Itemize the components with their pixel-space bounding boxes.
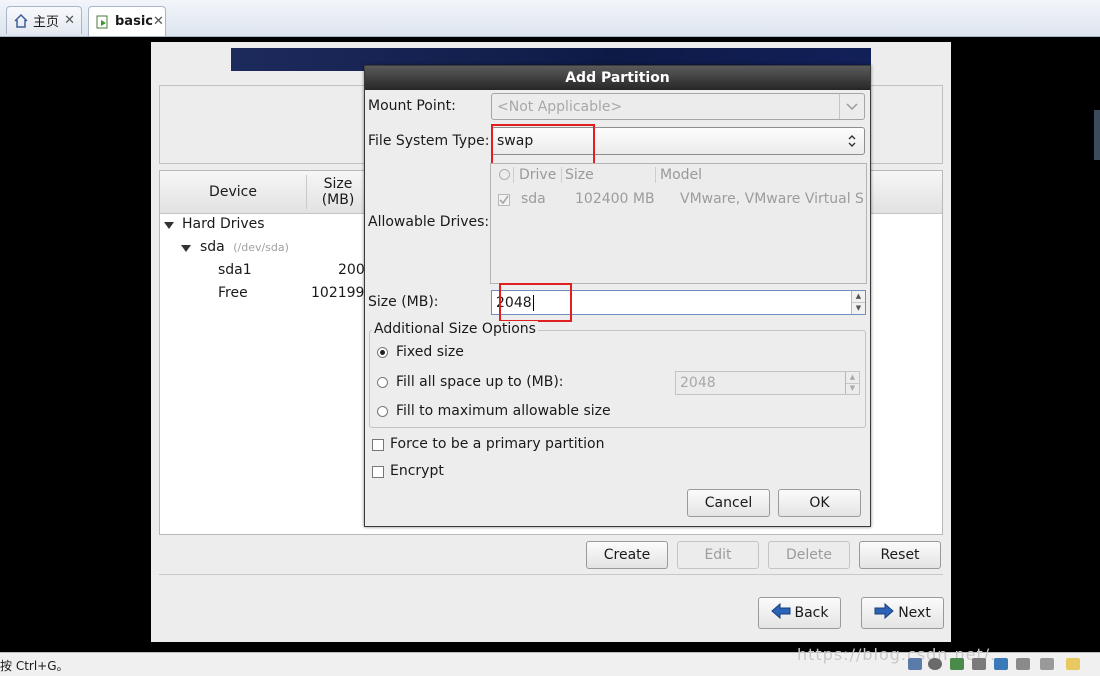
tree-group-hard-drives[interactable]: Hard Drives <box>182 216 265 232</box>
ok-button[interactable]: OK <box>778 489 861 517</box>
table-row-size: 102199 <box>311 285 365 301</box>
fill-up-to-label[interactable]: Fill all space up to (MB): <box>396 374 564 390</box>
drives-header-model: Model <box>660 167 703 183</box>
column-header-device[interactable]: Device <box>160 171 306 213</box>
fill-max-label[interactable]: Fill to maximum allowable size <box>396 403 611 419</box>
mount-point-value: <Not Applicable> <box>497 98 623 115</box>
force-primary-checkbox[interactable] <box>372 439 384 451</box>
drive-name: sda <box>521 191 546 207</box>
usb-icon[interactable] <box>994 658 1008 670</box>
drive-size: 102400 MB <box>575 191 655 207</box>
back-arrow-icon <box>770 602 791 624</box>
add-partition-dialog: Add Partition Mount Point: <Not Applicab… <box>364 65 871 527</box>
tree-item-sda[interactable]: sda (/dev/sda) <box>200 239 289 255</box>
network-icon[interactable] <box>908 658 922 670</box>
drives-header-size: Size <box>565 167 594 183</box>
next-button[interactable]: Next <box>861 597 944 629</box>
host-tab-bar: 主页 ✕ basic ✕ <box>0 0 1100 37</box>
drive-checkbox[interactable] <box>498 194 510 206</box>
tab-home[interactable]: 主页 ✕ <box>6 6 82 34</box>
table-row-device[interactable]: Free <box>218 285 248 301</box>
column-header-size[interactable]: Size (MB) <box>308 171 368 213</box>
fill-max-radio[interactable] <box>377 406 388 417</box>
cd-icon[interactable] <box>928 658 942 670</box>
mount-point-combo[interactable]: <Not Applicable> <box>491 93 865 120</box>
disk-icon[interactable] <box>950 658 964 670</box>
expander-icon[interactable] <box>181 245 191 252</box>
printer-icon[interactable] <box>972 658 986 670</box>
size-spin-buttons[interactable]: ▲ ▼ <box>851 291 865 314</box>
cancel-button[interactable]: Cancel <box>687 489 770 517</box>
tab-basic[interactable]: basic ✕ <box>88 6 166 36</box>
column-separator <box>561 167 562 183</box>
host-status-bar: 按 Ctrl+G。 https://blog.csdn.net/... <box>0 645 1100 676</box>
drives-header-drive: Drive <box>519 167 557 183</box>
edit-button[interactable]: Edit <box>677 541 759 569</box>
additional-size-options-legend: Additional Size Options <box>372 321 538 337</box>
allowable-drives-label: Allowable Drives: <box>368 214 490 230</box>
fill-up-to-spinbox[interactable]: 2048 ▲ ▼ <box>675 371 860 395</box>
column-separator <box>655 167 656 183</box>
dialog-title: Add Partition <box>365 66 870 90</box>
tree-item-sda-path: (/dev/sda) <box>233 241 289 254</box>
highlight-box <box>499 283 572 322</box>
table-row-size: 200 <box>338 262 365 278</box>
select-all-icon <box>499 169 510 180</box>
size-label: Size (MB): <box>368 294 439 310</box>
delete-button[interactable]: Delete <box>768 541 850 569</box>
back-button[interactable]: Back <box>758 597 841 629</box>
create-button[interactable]: Create <box>586 541 668 569</box>
fixed-size-label[interactable]: Fixed size <box>396 344 464 360</box>
drive-model: VMware, VMware Virtual S <box>680 191 864 207</box>
tab-basic-label: basic <box>115 14 153 29</box>
encrypt-checkbox[interactable] <box>372 466 384 478</box>
force-primary-label[interactable]: Force to be a primary partition <box>390 436 604 452</box>
next-arrow-icon <box>874 602 894 624</box>
chevron-down-icon <box>839 94 864 119</box>
highlight-box <box>491 124 595 165</box>
allowable-drives-list[interactable]: Drive Size Model sda 102400 MB VMware, V… <box>490 163 867 284</box>
column-separator <box>513 167 514 183</box>
side-panel-edge <box>1094 110 1100 160</box>
mount-point-label: Mount Point: <box>368 98 456 114</box>
table-row-device[interactable]: sda1 <box>218 262 252 278</box>
tab-home-label: 主页 <box>33 15 60 30</box>
fixed-size-radio[interactable] <box>377 347 388 358</box>
status-text: 按 Ctrl+G。 <box>0 659 69 673</box>
next-button-label: Next <box>898 605 931 621</box>
fs-type-label: File System Type: <box>368 133 490 149</box>
display-icon[interactable] <box>1040 658 1054 670</box>
expander-icon[interactable] <box>164 222 174 229</box>
tree-item-sda-label: sda <box>200 239 225 255</box>
back-button-label: Back <box>794 605 829 621</box>
encrypt-label[interactable]: Encrypt <box>390 463 444 479</box>
close-icon[interactable]: ✕ <box>64 13 75 28</box>
fill-up-to-value: 2048 <box>680 375 716 391</box>
fill-up-to-radio[interactable] <box>377 377 388 388</box>
fill-up-to-spin-buttons[interactable]: ▲ ▼ <box>845 372 859 394</box>
vm-icon <box>95 14 111 30</box>
message-icon[interactable] <box>1066 658 1080 670</box>
separator <box>159 574 943 575</box>
sound-icon[interactable] <box>1016 658 1030 670</box>
updown-icon <box>840 128 864 154</box>
home-icon <box>13 13 29 29</box>
reset-button[interactable]: Reset <box>859 541 941 569</box>
close-icon[interactable]: ✕ <box>153 14 164 29</box>
column-separator <box>306 175 307 209</box>
